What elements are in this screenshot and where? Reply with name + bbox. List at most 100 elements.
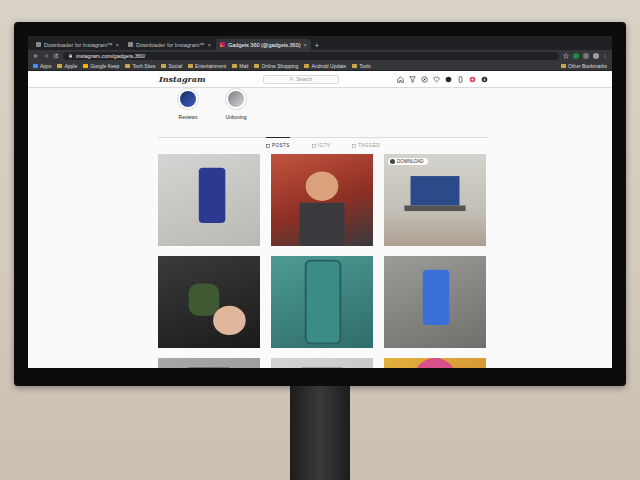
profile-tabs: POSTS IGTV TAGGED [158, 137, 488, 152]
profile-tab[interactable]: POSTS [266, 137, 290, 152]
post-tile[interactable] [271, 154, 373, 246]
bookmark-label: Google Keep [90, 63, 119, 69]
highlight-item[interactable]: Reviews [166, 88, 210, 120]
address-bar-row: instagram.com/gadgets.360/ [28, 50, 612, 61]
back-arrow-icon[interactable] [33, 53, 39, 59]
folder-icon [57, 64, 62, 68]
header-inner: Instagram Search [158, 74, 488, 84]
profile-icon[interactable] [593, 53, 599, 59]
profile-icon[interactable] [445, 76, 452, 83]
monitor-stand [290, 386, 350, 480]
post-photo [271, 358, 373, 368]
phone-icon[interactable] [457, 76, 464, 83]
heart-icon[interactable] [433, 76, 440, 83]
tab-close-button[interactable]: × [304, 42, 307, 48]
favicon-icon [128, 42, 133, 47]
post-tile[interactable] [384, 358, 486, 368]
lock-icon [68, 53, 73, 58]
post-photo [158, 358, 260, 368]
folder-icon [304, 64, 309, 68]
post-tile[interactable]: DOWNLOAD [384, 154, 486, 246]
address-field[interactable]: instagram.com/gadgets.360/ [63, 52, 559, 60]
extension-icon[interactable] [469, 76, 476, 83]
tab-title: Gadgets 360 (@gadgets.360) [228, 42, 301, 48]
download-label: DOWNLOAD [397, 159, 424, 164]
post-photo [158, 256, 260, 348]
screen: Downloader for Instagram™×Downloader for… [28, 36, 612, 368]
bookmark-item[interactable]: Tools [352, 63, 371, 69]
folder-icon [232, 64, 237, 68]
tab-label: IGTV [318, 143, 331, 148]
search-icon [290, 77, 294, 81]
post-photo [158, 154, 260, 246]
tab-close-button[interactable]: × [208, 42, 211, 48]
post-tile[interactable] [158, 256, 260, 348]
home-icon[interactable] [397, 76, 404, 83]
post-tile[interactable] [158, 154, 260, 246]
tab-close-button[interactable]: × [116, 42, 119, 48]
bookmark-item[interactable]: Google Keep [83, 63, 119, 69]
post-tile[interactable] [271, 358, 373, 368]
browser-tab[interactable]: Downloader for Instagram™× [32, 39, 123, 50]
bookmark-label: Entertainment [195, 63, 226, 69]
header-icons [397, 76, 488, 83]
forward-arrow-icon[interactable] [43, 53, 49, 59]
browser-tab[interactable]: Downloader for Instagram™× [124, 39, 215, 50]
post-photo [271, 256, 373, 348]
folder-icon [125, 64, 130, 68]
post-tile[interactable] [158, 358, 260, 368]
highlight-item[interactable]: Unboxing [214, 88, 258, 120]
tab-label: TAGGED [358, 143, 380, 148]
new-tab-button[interactable]: + [312, 42, 323, 50]
bookmark-item[interactable]: Online Shopping [254, 63, 298, 69]
download-button[interactable]: DOWNLOAD [388, 158, 428, 165]
highlight-cover [228, 91, 244, 107]
tab-icon [312, 144, 316, 148]
posts-grid: DOWNLOAD [158, 154, 488, 368]
highlight-label: Reviews [179, 114, 198, 120]
bookmark-label: Tech Sites [132, 63, 155, 69]
instagram-header: Instagram Search [28, 71, 612, 88]
bookmark-item[interactable]: Entertainment [188, 63, 226, 69]
reload-icon[interactable] [53, 53, 59, 59]
bookmark-item[interactable]: Android Update [304, 63, 346, 69]
extension-green-icon[interactable] [573, 53, 579, 59]
download-icon [390, 159, 395, 164]
search-placeholder: Search [296, 76, 312, 82]
bookmark-item[interactable]: Apple [57, 63, 77, 69]
tab-title: Downloader for Instagram™ [44, 42, 113, 48]
post-photo [384, 256, 486, 348]
search-field[interactable]: Search [263, 75, 339, 84]
post-tile[interactable] [384, 256, 486, 348]
browser-tab[interactable]: Gadgets 360 (@gadgets.360)× [216, 39, 311, 50]
instagram-logo[interactable]: Instagram [158, 74, 205, 84]
keep-icon [83, 64, 88, 68]
folder-icon [188, 64, 193, 68]
monitor: Downloader for Instagram™×Downloader for… [14, 22, 626, 386]
other-bookmarks[interactable]: Other Bookmarks [561, 63, 607, 69]
extension-icon[interactable] [583, 53, 589, 59]
tab-label: POSTS [272, 143, 290, 148]
address-text: instagram.com/gadgets.360/ [76, 53, 145, 59]
profile-tab[interactable]: IGTV [312, 137, 331, 152]
highlights-row: Reviews Unboxing [158, 88, 488, 120]
compass-icon[interactable] [421, 76, 428, 83]
filter-icon[interactable] [409, 76, 416, 83]
bookmark-item[interactable]: Tech Sites [125, 63, 155, 69]
profile-tab[interactable]: TAGGED [352, 137, 380, 152]
bookmark-item[interactable]: Mail [232, 63, 248, 69]
bookmark-label: Android Update [311, 63, 346, 69]
star-icon[interactable] [563, 53, 569, 59]
folder-icon [254, 64, 259, 68]
highlight-circle [177, 88, 199, 110]
tab-icon [352, 144, 356, 148]
post-photo [384, 358, 486, 368]
post-tile[interactable] [271, 256, 373, 348]
folder-icon [352, 64, 357, 68]
folder-icon [561, 64, 566, 68]
extension-icon[interactable] [481, 76, 488, 83]
bookmark-item[interactable]: Apps [33, 63, 51, 69]
menu-dots-icon[interactable] [603, 53, 607, 59]
bookmark-label: Social [168, 63, 182, 69]
bookmark-item[interactable]: Social [161, 63, 182, 69]
